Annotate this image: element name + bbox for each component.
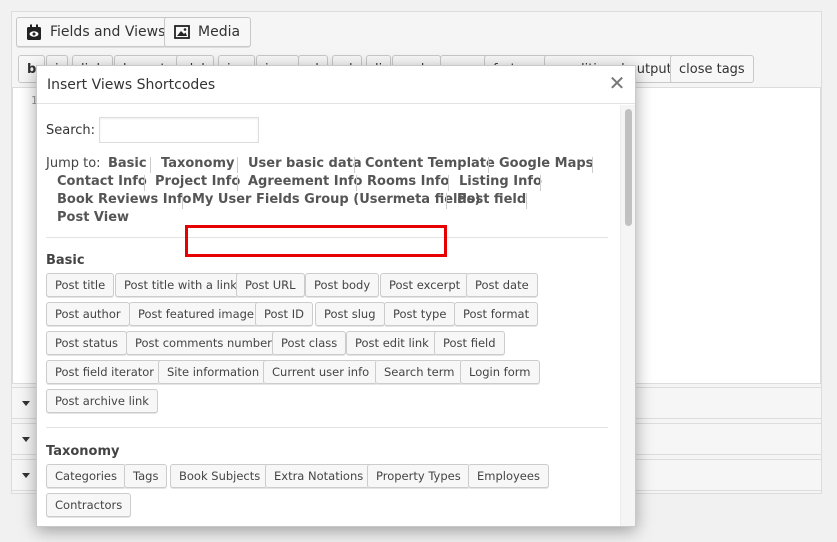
jump-link-listing-info[interactable]: Listing Info (459, 174, 542, 189)
jump-separator (354, 157, 355, 173)
shortcode-button[interactable]: Search term (375, 360, 464, 384)
jump-link-book-reviews-info[interactable]: Book Reviews Info (57, 192, 191, 207)
media-label: Media (198, 24, 241, 40)
collapse-arrow-icon[interactable] (22, 401, 30, 406)
shortcode-button[interactable]: Site information (158, 360, 269, 384)
shortcode-button[interactable]: Post slug (315, 302, 385, 326)
jump-link-taxonomy[interactable]: Taxonomy (161, 156, 235, 171)
jump-link-rooms-info[interactable]: Rooms Info (367, 174, 449, 189)
jump-separator (592, 157, 593, 173)
dialog-title: Insert Views Shortcodes (47, 77, 216, 93)
shortcode-button[interactable]: Post excerpt (380, 273, 470, 297)
shortcode-button[interactable]: Contractors (46, 493, 132, 517)
shortcode-button[interactable]: Extra Notations (265, 464, 373, 488)
jump-to-label: Jump to: (46, 156, 101, 171)
shortcode-button[interactable]: Tags (124, 464, 168, 488)
jump-link-post-field[interactable]: Post field (457, 192, 526, 207)
jump-separator (182, 193, 183, 209)
dialog-scrollbar[interactable] (620, 105, 635, 526)
section-title-taxonomy: Taxonomy (46, 444, 120, 459)
shortcode-button[interactable]: Post archive link (46, 389, 158, 413)
jump-separator (150, 157, 151, 173)
jump-separator (356, 175, 357, 191)
close-tags-button[interactable]: close tags (670, 55, 754, 83)
shortcode-button[interactable]: Post featured image (129, 302, 264, 326)
shortcode-button[interactable]: Post type (384, 302, 456, 326)
jump-link-project-info[interactable]: Project Info (155, 174, 240, 189)
jump-link-agreement-info[interactable]: Agreement Info (248, 174, 362, 189)
shortcode-button[interactable]: Post field (434, 331, 505, 355)
close-icon[interactable]: ✕ (607, 73, 627, 93)
scrollbar-thumb[interactable] (625, 109, 632, 226)
jump-separator (144, 175, 145, 191)
add-media-button[interactable]: Media (164, 17, 252, 47)
shortcode-button[interactable]: Post class (272, 331, 347, 355)
shortcode-button[interactable]: Post field iterator (46, 360, 164, 384)
shortcode-button[interactable]: Post edit link (346, 331, 438, 355)
shortcode-button[interactable]: Post status (46, 331, 128, 355)
shortcode-button[interactable]: Post title with a link (115, 273, 246, 297)
search-input[interactable] (99, 117, 260, 143)
jump-separator (540, 175, 541, 191)
fields-and-views-button[interactable]: Fields and Views (16, 17, 177, 47)
shortcode-button[interactable]: Post date (466, 273, 538, 297)
jump-link-contact-info[interactable]: Contact Info (57, 174, 147, 189)
media-icon (174, 25, 190, 39)
shortcode-button[interactable]: Book Subjects (170, 464, 270, 488)
shortcode-button[interactable]: Categories (46, 464, 126, 488)
search-label: Search: (46, 122, 96, 138)
shortcode-button[interactable]: Current user info (263, 360, 379, 384)
jump-link-google-maps[interactable]: Google Maps (499, 156, 593, 171)
jump-separator (237, 157, 238, 173)
jump-separator (446, 193, 447, 209)
dialog-body: Search: Jump to: Basic Taxonomy User bas… (37, 105, 622, 526)
shortcode-button[interactable]: Post author (46, 302, 130, 326)
shortcode-button[interactable]: Post ID (255, 302, 313, 326)
jump-link-my-user-fields-group[interactable]: My User Fields Group (Usermeta fields) (192, 192, 481, 207)
highlight-annotation (185, 225, 447, 257)
shortcode-button[interactable]: Employees (468, 464, 549, 488)
jump-separator (448, 175, 449, 191)
jump-separator (526, 193, 527, 209)
shortcode-button[interactable]: Property Types (367, 464, 470, 488)
section-divider (46, 427, 608, 428)
shortcode-button[interactable]: Post comments number (126, 331, 281, 355)
jump-link-basic[interactable]: Basic (108, 156, 147, 171)
search-row: Search: (46, 117, 260, 143)
fields-and-views-label: Fields and Views (50, 24, 166, 40)
shortcode-button[interactable]: Post body (305, 273, 380, 297)
collapse-arrow-icon[interactable] (22, 437, 30, 442)
jump-separator (488, 157, 489, 173)
shortcode-button[interactable]: Post format (454, 302, 539, 326)
jump-link-content-template[interactable]: Content Template (365, 156, 495, 171)
fields-views-icon (26, 24, 42, 41)
shortcode-button[interactable]: Login form (460, 360, 540, 384)
insert-views-shortcodes-dialog: Insert Views Shortcodes ✕ Search: Jump t… (36, 65, 636, 527)
section-title-basic: Basic (46, 253, 85, 268)
dialog-header: Insert Views Shortcodes ✕ (37, 66, 635, 104)
shortcode-button[interactable]: Post URL (236, 273, 305, 297)
collapse-arrow-icon[interactable] (22, 473, 30, 478)
jump-link-user-basic-data[interactable]: User basic data (248, 156, 362, 171)
shortcode-button[interactable]: Post title (46, 273, 115, 297)
jump-separator (237, 175, 238, 191)
jump-link-post-view[interactable]: Post View (57, 210, 129, 225)
